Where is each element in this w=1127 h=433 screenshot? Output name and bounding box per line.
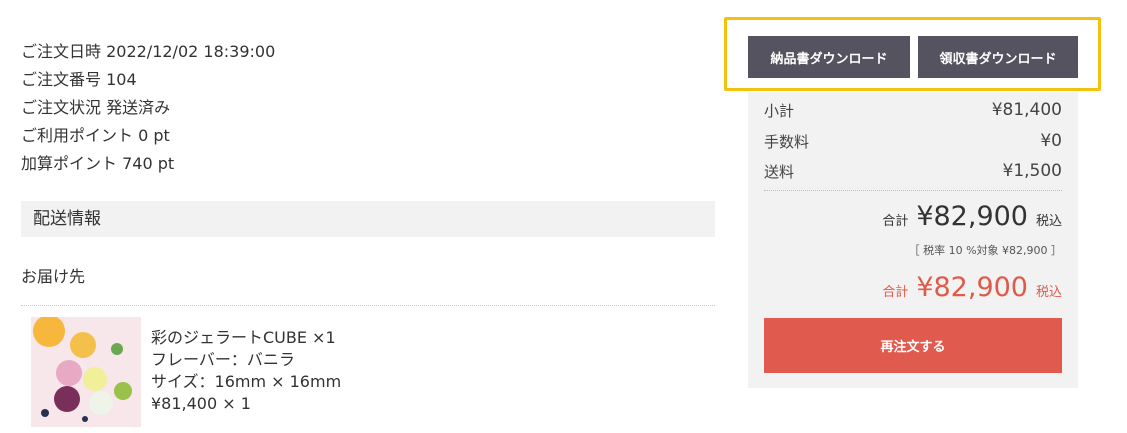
grand-total-row: 合計 ¥82,900 税込 (882, 272, 1062, 303)
product-details: 彩のジェラートCUBE ×1 フレーバー：バニラ サイズ：16mm × 16mm… (151, 327, 341, 415)
shipping-section-title: 配送情報 (21, 201, 715, 237)
product-name: 彩のジェラートCUBE ×1 (151, 328, 336, 347)
tax-rate-note: ［ 税率 10 %対象 ¥82,900 ］ (908, 244, 1062, 257)
total-row: 合計 ¥82,900 税込 (882, 201, 1062, 232)
fee-value: ¥0 (1040, 131, 1062, 151)
grand-total-label: 合計 (882, 285, 909, 300)
divider (764, 190, 1062, 191)
product-price: ¥81,400 × 1 (151, 394, 251, 413)
subtotal-value: ¥81,400 (991, 100, 1062, 120)
order-status: ご注文状況 発送済み (21, 98, 171, 117)
receipt-download-button[interactable]: 領収書ダウンロード (918, 36, 1078, 78)
fee-row: 手数料 ¥0 (764, 127, 1062, 153)
destination-label: お届け先 (21, 267, 86, 286)
grand-tax-included-label: 税込 (1035, 285, 1062, 300)
order-meta: ご注文日時 2022/12/02 18:39:00 ご注文番号 104 ご注文状… (21, 38, 275, 178)
product-image (31, 317, 141, 427)
reorder-button[interactable]: 再注文する (764, 318, 1062, 373)
product-size: サイズ：16mm × 16mm (151, 372, 342, 391)
order-number: ご注文番号 104 (21, 70, 137, 89)
shipping-fee-row: 送料 ¥1,500 (764, 157, 1062, 183)
shipping-fee-label: 送料 (764, 163, 795, 181)
shipping-fee-value: ¥1,500 (1002, 161, 1062, 181)
order-summary-panel: 小計 ¥81,400 手数料 ¥0 送料 ¥1,500 合計 ¥82,900 税… (748, 92, 1078, 388)
tax-included-label: 税込 (1035, 214, 1062, 229)
product-flavor: フレーバー：バニラ (151, 350, 295, 369)
divider (21, 305, 715, 306)
grand-total-value: ¥82,900 (916, 272, 1028, 303)
subtotal-label: 小計 (764, 102, 795, 120)
invoice-download-button[interactable]: 納品書ダウンロード (748, 36, 910, 78)
total-value: ¥82,900 (916, 201, 1028, 232)
subtotal-row: 小計 ¥81,400 (764, 96, 1062, 122)
total-label: 合計 (882, 214, 909, 229)
points-added: 加算ポイント 740 pt (21, 154, 175, 173)
fee-label: 手数料 (764, 133, 810, 151)
order-date: ご注文日時 2022/12/02 18:39:00 (21, 42, 276, 61)
points-used: ご利用ポイント 0 pt (21, 126, 170, 145)
